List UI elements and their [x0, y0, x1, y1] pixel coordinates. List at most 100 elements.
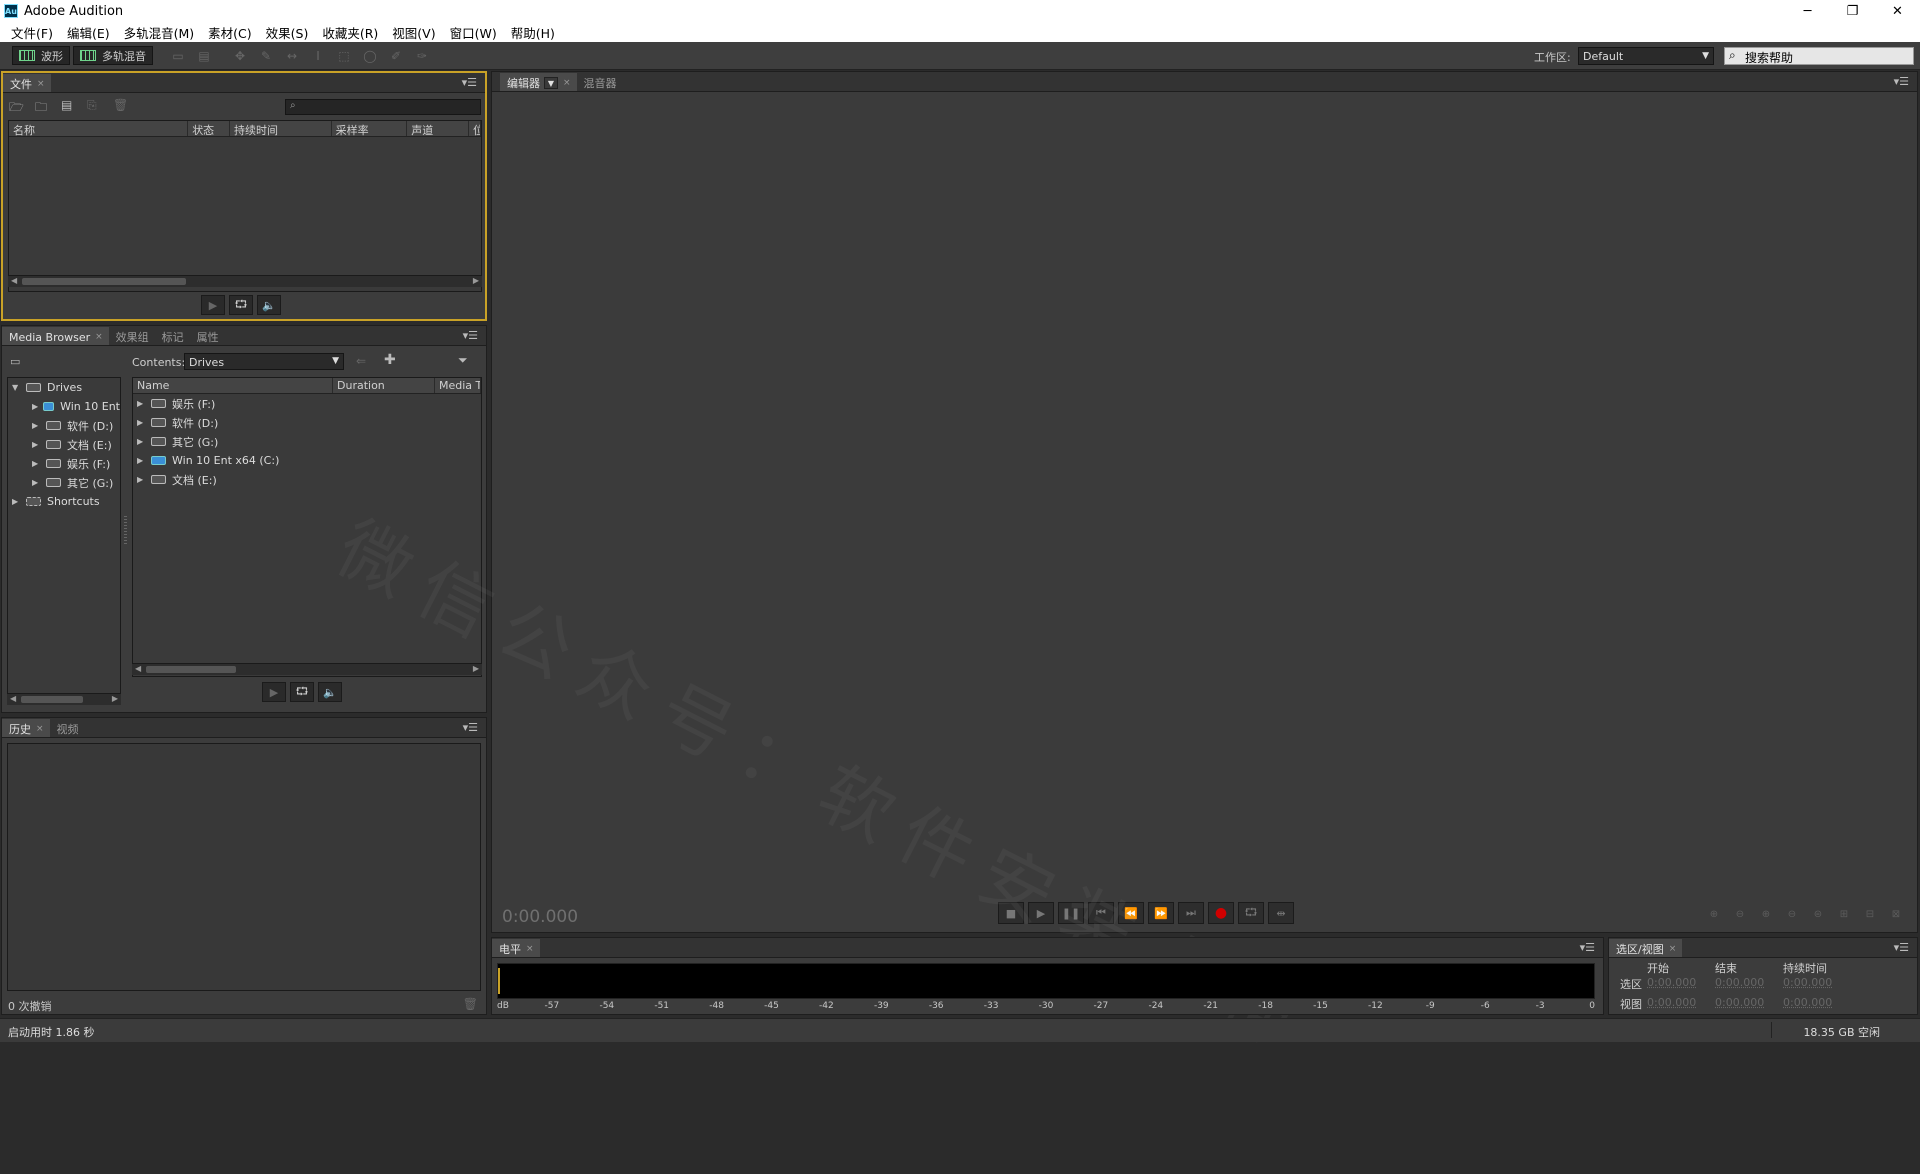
zoom-to-selection-icon[interactable]: ⊟	[1857, 906, 1883, 922]
zoom-out-time-icon[interactable]: ⊖	[1779, 906, 1805, 922]
import-file-icon[interactable]: 🗀	[35, 98, 51, 114]
tab-mixer[interactable]: 混音器	[577, 73, 623, 91]
tab-files[interactable]: 文件 ×	[3, 74, 51, 92]
chevron-down-icon[interactable]: ▼	[544, 77, 558, 89]
zoom-all-tracks-icon[interactable]: ⊠	[1883, 906, 1909, 922]
tree-item-drive-e[interactable]: ▶ 文档 (E:)	[8, 435, 120, 454]
expand-triangle-icon[interactable]: ▶	[137, 437, 147, 446]
tab-editor[interactable]: 编辑器 ▼ ×	[500, 73, 577, 91]
tree-item-drives[interactable]: ▼ Drives	[8, 378, 120, 397]
col-sample-rate[interactable]: 采样率	[332, 121, 408, 136]
add-shortcut-icon[interactable]: ✚	[384, 352, 396, 368]
play-icon[interactable]: ▶	[262, 682, 286, 702]
selection-duration-field[interactable]: 0:00.000	[1783, 976, 1832, 989]
selection-end-field[interactable]: 0:00.000	[1715, 976, 1764, 989]
scroll-thumb[interactable]	[21, 696, 83, 703]
zoom-in-point-icon[interactable]: ⊞	[1831, 906, 1857, 922]
list-item[interactable]: ▶ 文档 (E:)	[133, 470, 481, 489]
loop-icon[interactable]: ⮔	[229, 295, 253, 315]
tab-levels[interactable]: 电平 ×	[492, 939, 540, 957]
expand-triangle-icon[interactable]: ▶	[32, 478, 42, 487]
contents-dropdown[interactable]: Drives ▼	[184, 353, 344, 370]
tab-media-browser[interactable]: Media Browser ×	[2, 327, 109, 345]
expand-triangle-icon[interactable]: ▶	[32, 440, 42, 449]
files-hscrollbar[interactable]: ◀ ▶	[8, 275, 482, 287]
scroll-thumb[interactable]	[146, 666, 236, 673]
marquee-tool-icon[interactable]: ⬚	[337, 49, 351, 63]
menu-multitrack[interactable]: 多轨混音(M)	[117, 23, 202, 42]
tab-effects-rack[interactable]: 效果组	[109, 327, 155, 345]
view-end-field[interactable]: 0:00.000	[1715, 996, 1764, 1009]
waveform-view-button[interactable]: 波形	[12, 46, 70, 65]
splitter-handle[interactable]	[124, 516, 127, 544]
tab-selection-view[interactable]: 选区/视图 ×	[1609, 939, 1683, 957]
col-media-type[interactable]: Media Ty	[435, 378, 481, 393]
selection-start-field[interactable]: 0:00.000	[1647, 976, 1696, 989]
menu-effects[interactable]: 效果(S)	[259, 23, 316, 42]
expand-triangle-icon[interactable]: ▶	[32, 402, 39, 411]
scroll-left-icon[interactable]: ◀	[11, 276, 17, 285]
zoom-in-amplitude-icon[interactable]: ⊕	[1701, 906, 1727, 922]
tree-item-drive-g[interactable]: ▶ 其它 (G:)	[8, 473, 120, 492]
expand-triangle-icon[interactable]: ▶	[12, 497, 22, 506]
close-icon[interactable]: ×	[95, 332, 103, 342]
close-icon[interactable]: ×	[36, 724, 44, 734]
col-duration[interactable]: Duration	[333, 378, 435, 393]
tree-item-drive-d[interactable]: ▶ 软件 (D:)	[8, 416, 120, 435]
go-to-start-button[interactable]: ⏮	[1088, 902, 1114, 924]
panel-menu-icon[interactable]: ▾☰	[463, 721, 478, 734]
spot-healing-tool-icon[interactable]: ✑	[415, 49, 429, 63]
view-duration-field[interactable]: 0:00.000	[1783, 996, 1832, 1009]
col-name[interactable]: Name	[133, 378, 333, 393]
restore-button[interactable]: ❐	[1830, 0, 1875, 22]
fast-forward-button[interactable]: ⏩	[1148, 902, 1174, 924]
multitrack-view-button[interactable]: 多轨混音	[73, 46, 153, 65]
autoplay-icon[interactable]: 🔈	[257, 295, 281, 315]
col-bits[interactable]: 位	[469, 121, 482, 136]
close-icon[interactable]: ×	[37, 79, 45, 89]
move-tool-icon[interactable]: ✥	[233, 49, 247, 63]
tab-properties[interactable]: 属性	[190, 327, 225, 345]
menu-help[interactable]: 帮助(H)	[504, 23, 562, 42]
list-item[interactable]: ▶ Win 10 Ent x64 (C:)	[133, 451, 481, 470]
tab-history[interactable]: 历史 ×	[2, 719, 50, 737]
brush-tool-icon[interactable]: ✐	[389, 49, 403, 63]
back-arrow-icon[interactable]: ⇐	[356, 354, 366, 368]
menu-edit[interactable]: 编辑(E)	[60, 23, 117, 42]
go-to-end-button[interactable]: ⏭	[1178, 902, 1204, 924]
scroll-left-icon[interactable]: ◀	[10, 694, 16, 703]
close-icon[interactable]: ×	[526, 944, 534, 954]
menu-favorites[interactable]: 收藏夹(R)	[315, 23, 385, 42]
panel-menu-icon[interactable]: ▾☰	[1894, 75, 1909, 88]
razor-tool-icon[interactable]: ✎	[259, 49, 273, 63]
scroll-right-icon[interactable]: ▶	[112, 694, 118, 703]
col-status[interactable]: 状态	[188, 121, 231, 136]
list-item[interactable]: ▶ 软件 (D:)	[133, 413, 481, 432]
open-file-icon[interactable]: 🗁	[9, 98, 25, 114]
slip-tool-icon[interactable]: ↔	[285, 49, 299, 63]
insert-into-multitrack-icon[interactable]: ⎘	[87, 98, 103, 112]
drive-list-icon[interactable]: ▭	[10, 355, 20, 368]
delete-icon[interactable]: 🗑	[113, 98, 129, 112]
panel-menu-icon[interactable]: ▾☰	[463, 329, 478, 342]
autoplay-icon[interactable]: 🔈	[318, 682, 342, 702]
pause-button[interactable]: ❚❚	[1058, 902, 1084, 924]
spectral-frequency-icon[interactable]: ▭	[171, 49, 185, 63]
menu-window[interactable]: 窗口(W)	[443, 23, 504, 42]
tree-hscrollbar[interactable]: ◀ ▶	[7, 693, 121, 705]
workspace-dropdown[interactable]: Default ▼	[1578, 47, 1714, 65]
expand-triangle-icon[interactable]: ▶	[32, 459, 42, 468]
zoom-in-time-icon[interactable]: ⊕	[1753, 906, 1779, 922]
tab-video[interactable]: 视频	[50, 719, 85, 737]
expand-triangle-icon[interactable]: ▼	[12, 383, 22, 392]
scroll-right-icon[interactable]: ▶	[473, 664, 479, 673]
delete-history-icon[interactable]: 🗑	[463, 997, 478, 1011]
filter-icon[interactable]: ⏷	[458, 353, 468, 368]
help-search-input[interactable]: ⌕ 搜索帮助	[1724, 47, 1914, 65]
col-channels[interactable]: 声道	[407, 121, 470, 136]
time-selection-tool-icon[interactable]: I	[311, 49, 325, 63]
zoom-out-full-icon[interactable]: ⊜	[1805, 906, 1831, 922]
new-file-icon[interactable]: ▤	[61, 98, 77, 112]
expand-triangle-icon[interactable]: ▶	[32, 421, 42, 430]
scroll-right-icon[interactable]: ▶	[473, 276, 479, 285]
